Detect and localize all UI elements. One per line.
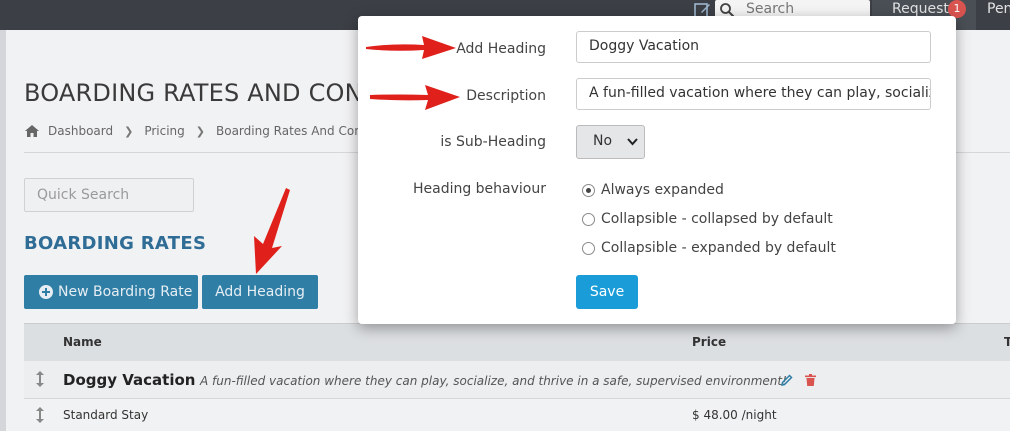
add-heading-modal: Add Heading Doggy Vacation Description A… [358, 16, 956, 324]
table-header: Name Price T [24, 323, 1010, 361]
breadcrumb-dashboard[interactable]: Dashboard [48, 124, 113, 138]
behaviour-option-label: Always expanded [601, 182, 724, 198]
behaviour-option-label: Collapsible - collapsed by default [601, 211, 833, 227]
breadcrumb: Dashboard ❯ Pricing ❯ Boarding Rates And… [24, 124, 390, 138]
column-extra: T [1004, 335, 1010, 349]
column-price: Price [692, 335, 727, 349]
behaviour-option-expanded[interactable]: Collapsible - expanded by default [582, 240, 836, 256]
radio-button[interactable] [582, 241, 595, 255]
radio-button[interactable] [582, 212, 595, 226]
annotation-arrow-icon [370, 85, 460, 110]
drag-handle-icon[interactable] [35, 371, 45, 387]
drag-handle-icon[interactable] [35, 407, 45, 423]
behaviour-option-collapsed[interactable]: Collapsible - collapsed by default [582, 211, 833, 227]
chevron-down-icon [627, 138, 638, 146]
trash-icon[interactable] [805, 374, 816, 386]
rate-name: Standard Stay [63, 408, 149, 422]
description-input[interactable]: A fun-filled vacation where they can pla… [576, 78, 931, 110]
behaviour-field-label: Heading behaviour [412, 181, 546, 197]
search-placeholder: Search [746, 1, 795, 17]
plus-circle-icon [39, 285, 53, 299]
section-title: BOARDING RATES [24, 233, 207, 254]
heading-name: Doggy Vacation [63, 371, 196, 389]
subheading-field-label: is Sub-Heading [440, 134, 546, 150]
save-button[interactable]: Save [576, 275, 638, 309]
new-boarding-rate-label: New Boarding Rate [58, 284, 193, 300]
table-row-heading: Doggy Vacation A fun-filled vacation whe… [24, 361, 1010, 399]
subheading-select[interactable]: No [576, 125, 645, 159]
new-boarding-rate-button[interactable]: New Boarding Rate [24, 275, 198, 309]
chevron-right-icon: ❯ [195, 124, 205, 138]
edit-pencil-icon[interactable] [781, 374, 793, 386]
subheading-selected-value: No [593, 133, 613, 149]
chevron-right-icon: ❯ [124, 124, 134, 138]
pending-menu[interactable]: Pen [987, 1, 1010, 17]
breadcrumb-pricing[interactable]: Pricing [144, 124, 184, 138]
requests-label: Requests [892, 1, 957, 17]
column-name: Name [63, 335, 102, 349]
radio-button[interactable] [582, 183, 595, 197]
behaviour-option-label: Collapsible - expanded by default [601, 240, 836, 256]
table-row: Standard Stay $ 48.00 /night [24, 399, 1010, 431]
annotation-arrow-icon [254, 188, 290, 274]
heading-description: A fun-filled vacation where they can pla… [200, 374, 787, 388]
page-title: BOARDING RATES AND CONFI [24, 79, 385, 107]
add-heading-button[interactable]: Add Heading [202, 275, 318, 309]
annotation-arrow-icon [366, 36, 456, 59]
home-icon [25, 125, 39, 137]
behaviour-option-always-expanded[interactable]: Always expanded [582, 182, 724, 198]
heading-name-input[interactable]: Doggy Vacation [576, 31, 931, 63]
rate-price: $ 48.00 /night [692, 408, 777, 422]
quick-search-input[interactable]: Quick Search [24, 178, 194, 212]
